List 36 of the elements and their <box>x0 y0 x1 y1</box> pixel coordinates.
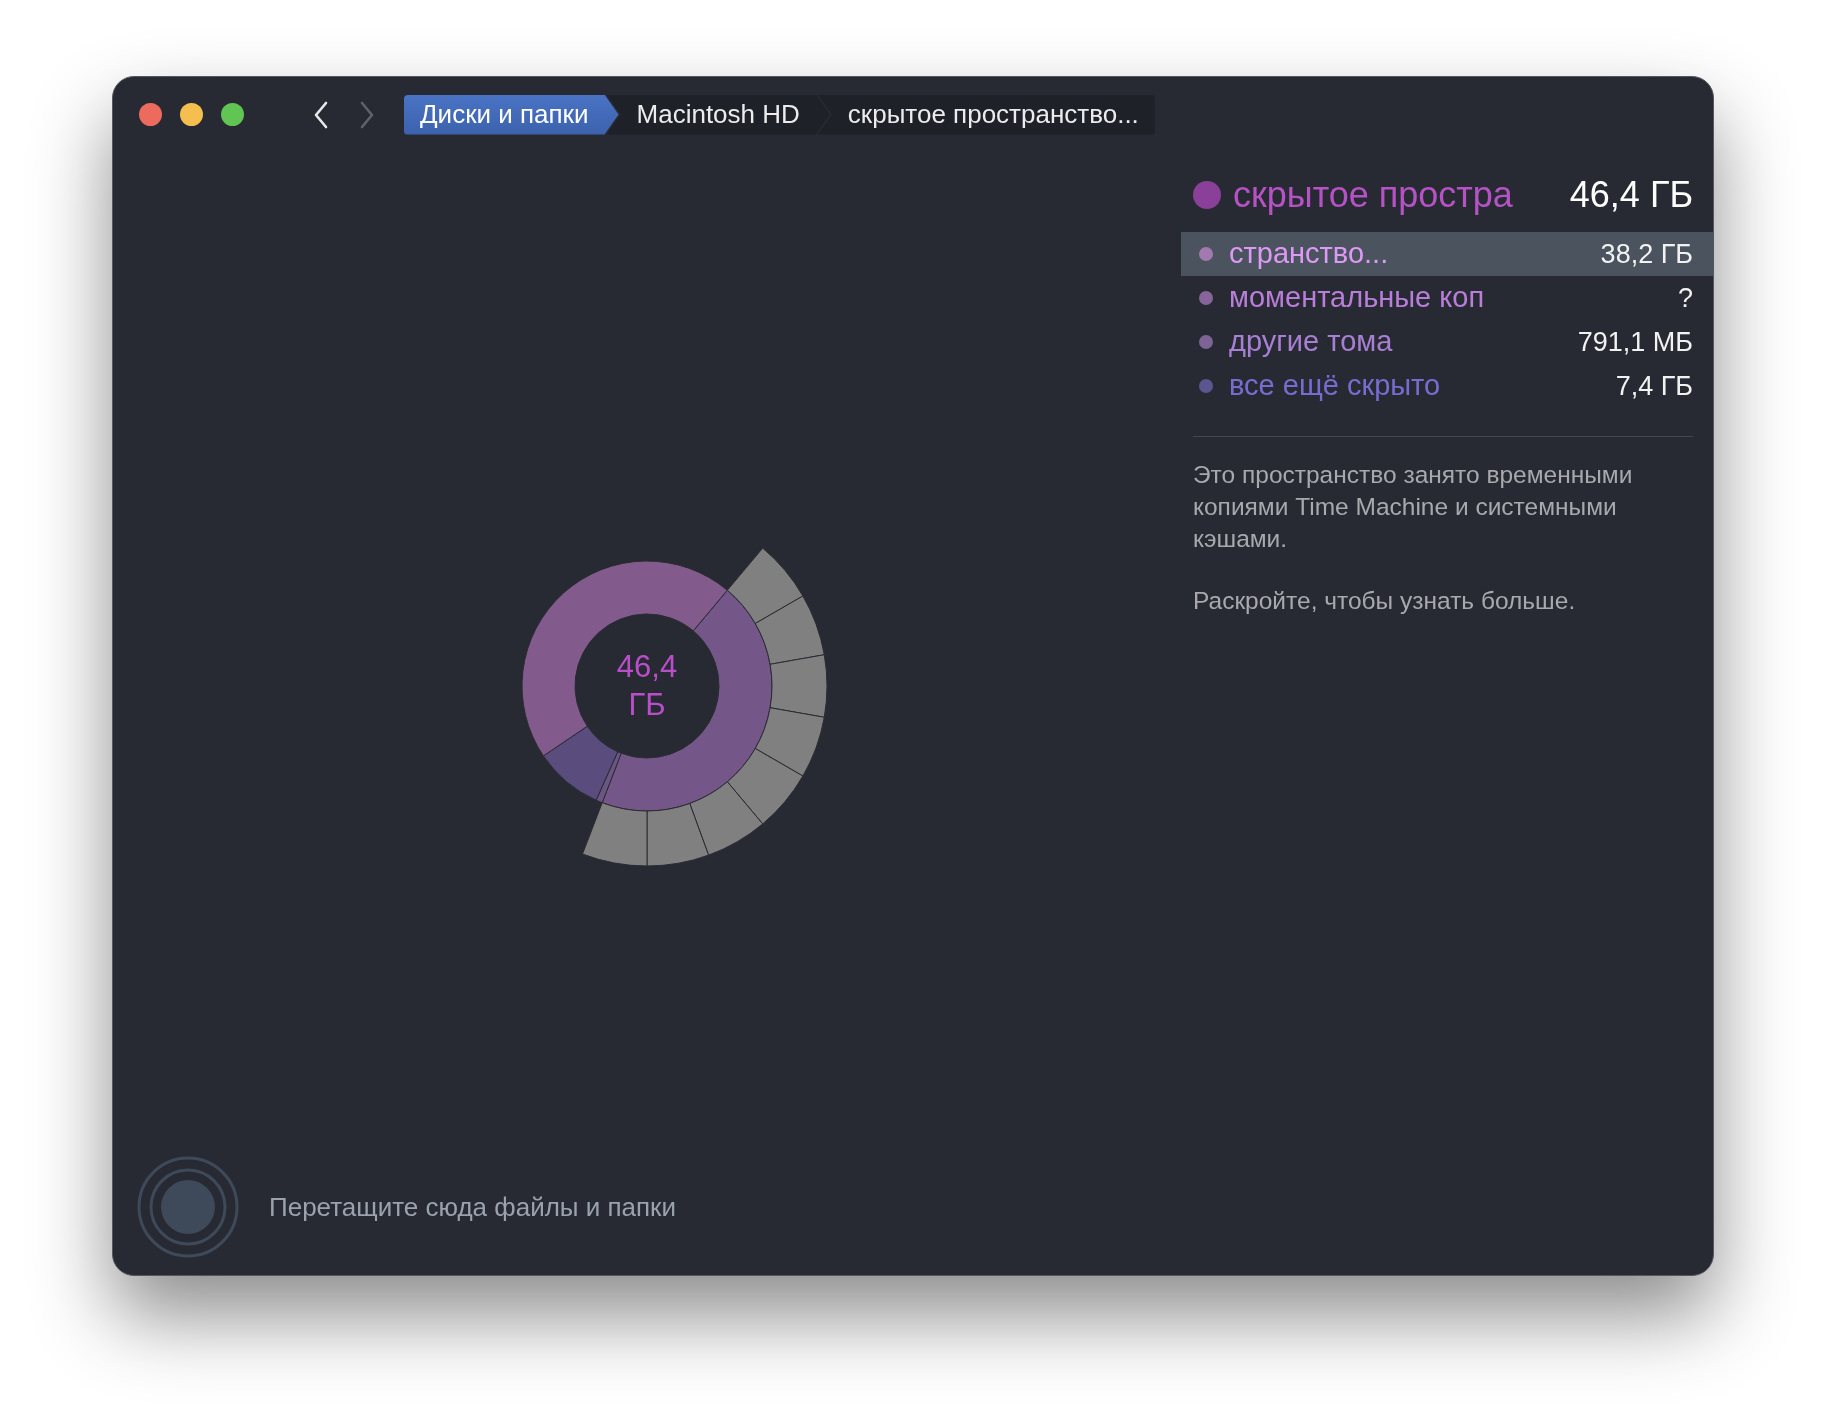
drop-target-icon <box>137 1156 239 1258</box>
breadcrumb-item[interactable]: скрытое пространство... <box>817 94 1155 135</box>
folder-size: 46,4 ГБ <box>1569 173 1693 217</box>
item-size: 7,4 ГБ <box>1615 369 1693 403</box>
list-row[interactable]: все ещё скрыто 7,4 ГБ <box>1181 364 1713 408</box>
item-size: ? <box>1677 281 1693 315</box>
folder-name: скрытое простра <box>1233 173 1514 217</box>
description-text: Это пространство занято временными копиями Time Machine и системными кэшами. <box>1193 460 1634 554</box>
inner-ring-segment[interactable] <box>542 725 619 801</box>
item-name: моментальные коп <box>1229 280 1486 316</box>
item-size: 791,1 МБ <box>1577 325 1693 359</box>
outer-ring-segment[interactable] <box>582 801 648 866</box>
minimize-window-icon[interactable] <box>180 103 203 126</box>
item-name: все ещё скрыто <box>1229 368 1442 404</box>
drop-zone-hint: Перетащите сюда файлы и папки <box>269 1190 676 1224</box>
outer-ring-segment[interactable] <box>646 802 710 866</box>
item-name: странство... <box>1229 236 1390 272</box>
breadcrumb-item[interactable]: Диски и папки <box>404 94 619 135</box>
item-size: 38,2 ГБ <box>1600 237 1693 271</box>
item-name: другие тома <box>1229 324 1394 360</box>
description-text: Раскройте, чтобы узнать больше. <box>1193 586 1577 616</box>
inner-ring-segment[interactable] <box>601 589 773 811</box>
breadcrumb-item[interactable]: Macintosh HD <box>606 94 830 135</box>
inner-ring-segment[interactable] <box>521 560 728 756</box>
list-row[interactable]: странство... 38,2 ГБ <box>1181 232 1713 276</box>
outer-ring-segment[interactable] <box>689 780 764 856</box>
outer-ring-segment[interactable] <box>769 653 828 718</box>
outer-ring-segment[interactable] <box>754 595 825 665</box>
outer-ring-segment[interactable] <box>726 747 804 824</box>
list-row[interactable]: моментальные коп ? <box>1181 276 1713 320</box>
chart-center-label: 46,4 ГБ <box>616 647 678 724</box>
outer-ring-segment[interactable] <box>754 706 825 776</box>
close-window-icon[interactable] <box>139 103 162 126</box>
outer-ring-segment[interactable] <box>726 547 804 624</box>
list-row[interactable]: другие тома 791,1 МБ <box>1181 320 1713 364</box>
zoom-window-icon[interactable] <box>221 103 244 126</box>
